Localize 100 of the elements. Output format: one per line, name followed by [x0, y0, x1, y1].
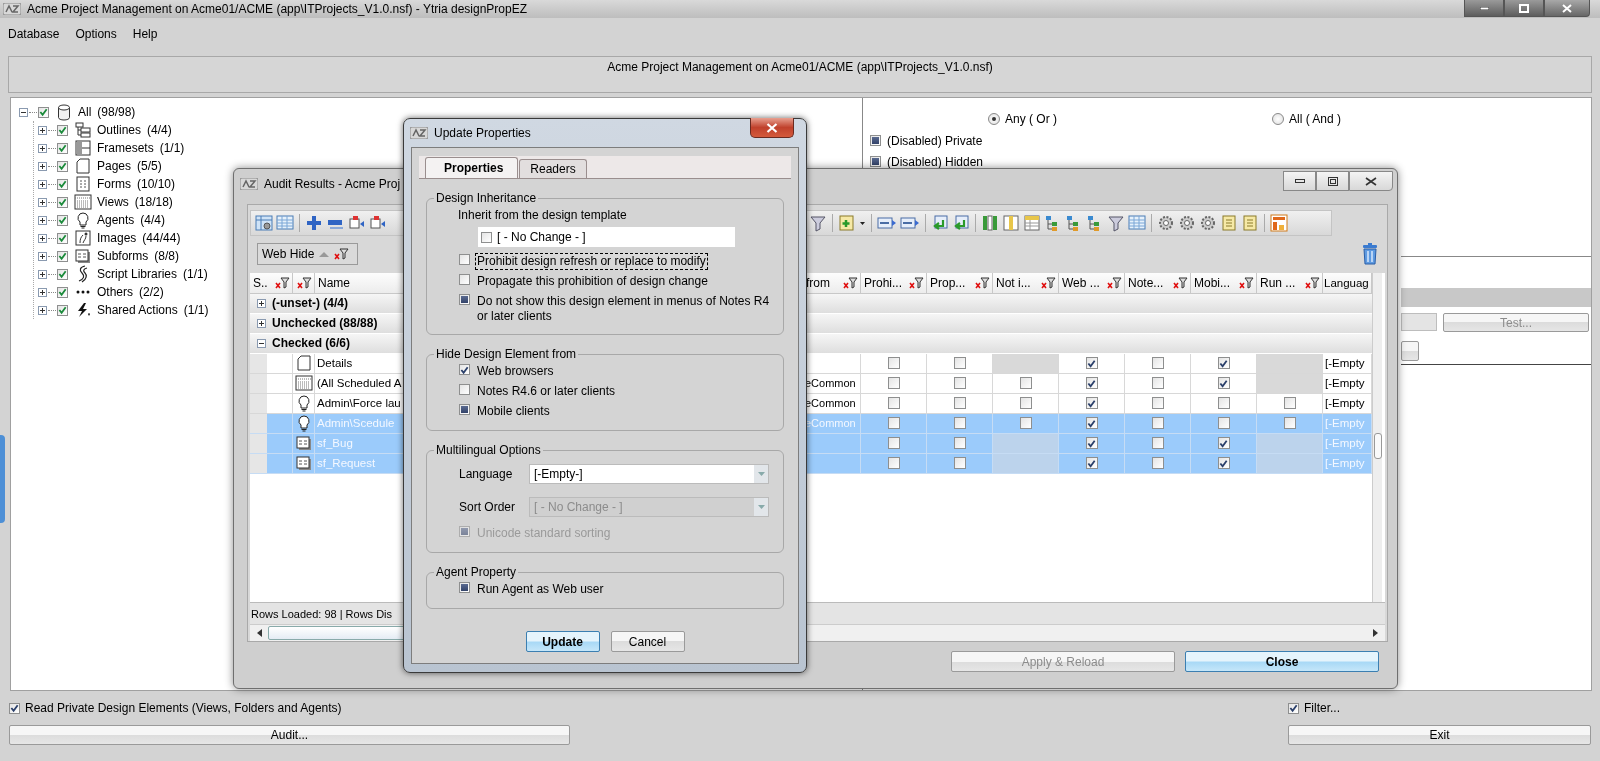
- checkbox[interactable]: [1151, 417, 1164, 430]
- column-header[interactable]: Prohi...: [861, 272, 927, 293]
- dialog-button[interactable]: Close: [1185, 651, 1379, 672]
- expand-toggle[interactable]: [38, 197, 47, 207]
- group-by-chip[interactable]: Web Hide: [257, 243, 358, 266]
- tree-item-label[interactable]: Framesets: [97, 141, 154, 155]
- tab[interactable]: Properties: [425, 157, 519, 178]
- tree-item-label[interactable]: Outlines: [97, 123, 142, 137]
- tab[interactable]: Readers: [519, 159, 587, 178]
- audit-button[interactable]: Audit...: [9, 725, 570, 745]
- checkbox[interactable]: [1151, 377, 1164, 390]
- column-header[interactable]: Note...: [1125, 272, 1191, 293]
- checkbox[interactable]: [1085, 437, 1098, 450]
- filter-icon[interactable]: [1173, 276, 1188, 289]
- menu-item[interactable]: Options: [75, 26, 117, 41]
- filter-icon[interactable]: [1107, 276, 1122, 289]
- gear-icon[interactable]: [1157, 213, 1175, 232]
- grid-icon[interactable]: [1023, 213, 1041, 232]
- checkbox[interactable]: [57, 268, 68, 280]
- checkbox[interactable]: [953, 397, 966, 410]
- checkbox[interactable]: [57, 232, 68, 244]
- checkbox[interactable]: [459, 254, 470, 265]
- checkbox[interactable]: [1085, 357, 1098, 370]
- checkbox[interactable]: [887, 357, 900, 370]
- checkbox[interactable]: [459, 582, 470, 593]
- dialog-button[interactable]: Update: [525, 631, 600, 652]
- columns-icon[interactable]: [981, 213, 999, 232]
- tree-item-label[interactable]: Images: [97, 231, 137, 245]
- checkbox[interactable]: [1288, 702, 1299, 714]
- close-button[interactable]: [750, 118, 794, 138]
- checkbox[interactable]: [57, 286, 68, 298]
- checkbox[interactable]: [870, 156, 881, 167]
- menu-item[interactable]: Database: [8, 26, 60, 41]
- expand-toggle[interactable]: [257, 298, 266, 308]
- collapse-toggle[interactable]: [19, 107, 28, 117]
- checkbox[interactable]: [953, 437, 966, 450]
- dialog-button[interactable]: Cancel: [610, 631, 685, 652]
- column-header[interactable]: Mobi...: [1191, 272, 1257, 293]
- menu-item[interactable]: Help: [132, 26, 158, 41]
- column-header[interactable]: Prop...: [927, 272, 993, 293]
- checkbox[interactable]: [1217, 357, 1230, 370]
- checkbox[interactable]: [1085, 457, 1098, 470]
- checkbox[interactable]: [57, 142, 68, 154]
- restore-button[interactable]: [1316, 171, 1349, 191]
- checkbox[interactable]: [9, 702, 20, 714]
- chart-icon[interactable]: [1270, 213, 1288, 232]
- maximize-button[interactable]: [1504, 0, 1544, 17]
- checkbox[interactable]: [1283, 397, 1296, 410]
- checkbox[interactable]: [57, 214, 68, 226]
- filter-icon[interactable]: [334, 248, 350, 261]
- close-button[interactable]: [1349, 171, 1393, 191]
- expand-toggle[interactable]: [38, 179, 47, 189]
- expand-toggle[interactable]: [257, 338, 266, 348]
- small-button[interactable]: [1401, 341, 1419, 361]
- filter-icon[interactable]: [275, 276, 290, 289]
- checkbox[interactable]: [1151, 437, 1164, 450]
- scroll-right-icon[interactable]: [1371, 628, 1379, 638]
- gear-icon[interactable]: [1199, 213, 1217, 232]
- tree-item-label[interactable]: All: [78, 105, 92, 119]
- checkbox[interactable]: [57, 304, 68, 316]
- side-handle[interactable]: [0, 435, 5, 523]
- filter-icon[interactable]: [1107, 213, 1125, 232]
- checkbox[interactable]: [870, 135, 881, 146]
- expand-toggle[interactable]: [38, 161, 47, 171]
- column-header[interactable]: Run ...: [1257, 272, 1323, 293]
- plus-icon[interactable]: [305, 213, 323, 232]
- column-header[interactable]: S..: [250, 272, 293, 293]
- checkbox[interactable]: [1217, 377, 1230, 390]
- expand-toggle[interactable]: [38, 305, 47, 315]
- input-field[interactable]: [1401, 313, 1437, 331]
- filter-icon[interactable]: [1305, 276, 1320, 289]
- checkbox[interactable]: [459, 294, 470, 305]
- checkbox[interactable]: [459, 404, 470, 415]
- checkbox[interactable]: [1085, 417, 1098, 430]
- filter-icon[interactable]: [975, 276, 990, 289]
- expand-toggle[interactable]: [38, 143, 47, 153]
- vertical-scrollbar[interactable]: [1372, 272, 1382, 603]
- column-icon[interactable]: [1002, 213, 1020, 232]
- radio-button[interactable]: [1272, 113, 1284, 125]
- expand-toggle[interactable]: [38, 125, 47, 135]
- expand-toggle[interactable]: [38, 215, 47, 225]
- expand-toggle[interactable]: [38, 233, 47, 243]
- tree-item-label[interactable]: Subforms: [97, 249, 149, 263]
- exit-button[interactable]: Exit: [1288, 725, 1591, 745]
- checkbox[interactable]: [887, 377, 900, 390]
- checkbox[interactable]: [1085, 377, 1098, 390]
- checkbox[interactable]: [481, 231, 492, 243]
- checkbox[interactable]: [1151, 397, 1164, 410]
- checkbox[interactable]: [57, 124, 68, 136]
- tree-item-label[interactable]: Others: [97, 285, 133, 299]
- box-arrow-icon[interactable]: [368, 213, 386, 232]
- minimize-button[interactable]: [1283, 171, 1316, 191]
- column-header[interactable]: Not i...: [993, 272, 1059, 293]
- column-header[interactable]: Web ...: [1059, 272, 1125, 293]
- dropdown[interactable]: [-Empty-]: [529, 463, 769, 484]
- filter-icon[interactable]: [909, 276, 924, 289]
- checkbox[interactable]: [887, 457, 900, 470]
- checkbox[interactable]: [953, 377, 966, 390]
- checkbox[interactable]: [38, 106, 49, 118]
- checkbox[interactable]: [1217, 397, 1230, 410]
